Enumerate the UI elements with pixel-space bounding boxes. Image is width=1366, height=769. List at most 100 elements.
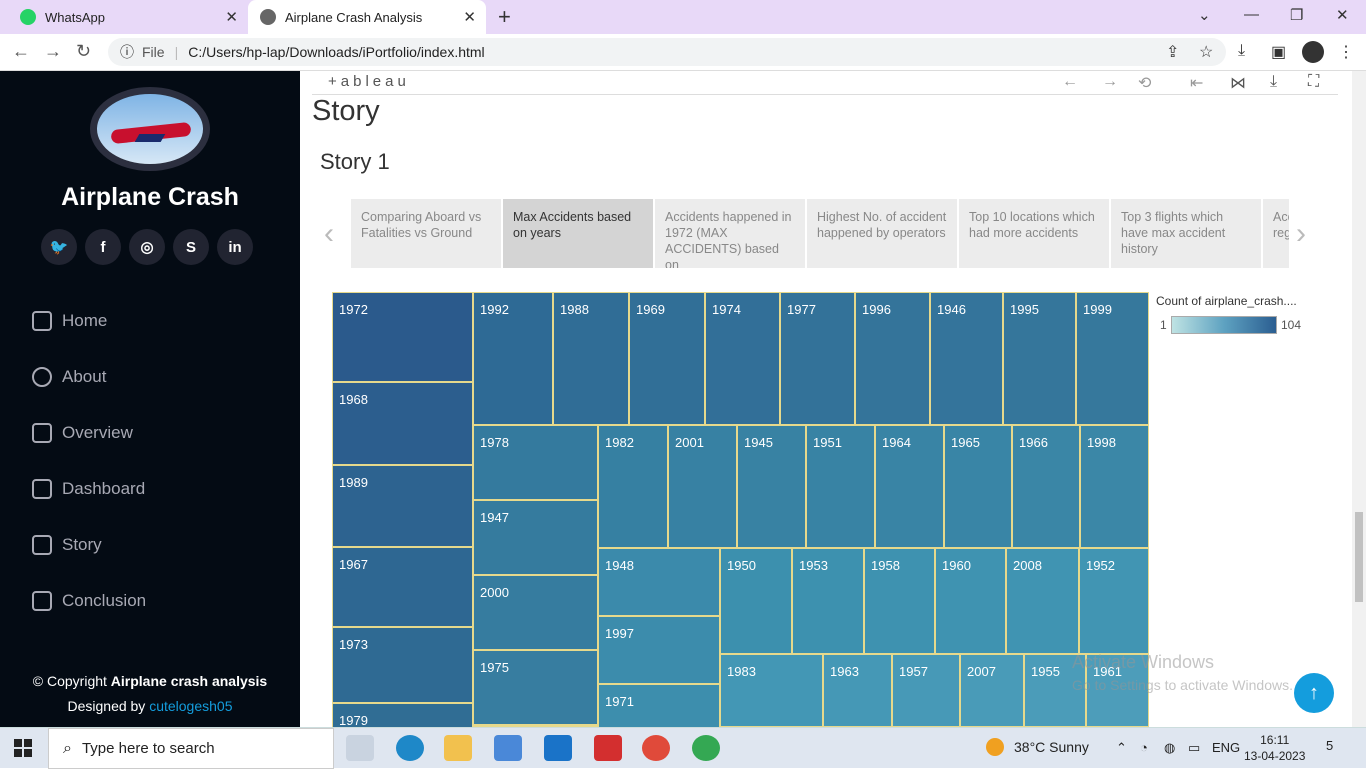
treemap-cell-1975[interactable]: 1975 <box>473 650 598 725</box>
treemap-cell-1945[interactable]: 1945 <box>737 425 806 548</box>
chrome-icon[interactable] <box>642 735 670 761</box>
treemap-cell-1969[interactable]: 1969 <box>629 292 705 425</box>
treemap-cell-2001[interactable]: 2001 <box>668 425 737 548</box>
treemap[interactable]: 1972 1968 1989 1967 1973 1979 1992 1988 1969 1974… <box>332 292 1149 727</box>
treemap-cell-1957[interactable]: 1957 <box>892 654 960 727</box>
revert-icon[interactable]: ⟲ <box>1138 73 1151 93</box>
volume-icon[interactable]: ◍ <box>1164 740 1175 756</box>
skype-icon[interactable]: S <box>173 229 209 265</box>
treemap-cell-1964[interactable]: 1964 <box>875 425 944 548</box>
story-point[interactable]: Accidents regions <box>1263 199 1289 268</box>
nav-overview[interactable]: Overview <box>32 423 133 443</box>
treemap-cell-1958[interactable]: 1958 <box>864 548 935 654</box>
nav-conclusion[interactable]: Conclusion <box>32 591 146 611</box>
treemap-cell-1977[interactable]: 1977 <box>780 292 855 425</box>
undo-icon[interactable]: ← <box>1062 73 1078 91</box>
linkedin-icon[interactable]: in <box>217 229 253 265</box>
nav-dashboard[interactable]: Dashboard <box>32 479 145 499</box>
treemap-cell-1992[interactable]: 1992 <box>473 292 553 425</box>
treemap-cell-1967[interactable]: 1967 <box>332 547 473 627</box>
treemap-cell-1951[interactable]: 1951 <box>806 425 875 548</box>
story-point[interactable]: Top 3 flights which have max accident hi… <box>1111 199 1261 268</box>
story-point[interactable]: Comparing Aboard vs Fatalities vs Ground <box>351 199 501 268</box>
treemap-cell-2000[interactable]: 2000 <box>473 575 598 650</box>
avatar[interactable] <box>1302 41 1324 63</box>
treemap-cell-1996[interactable]: 1996 <box>855 292 930 425</box>
close-window-button[interactable]: ✕ <box>1336 6 1349 24</box>
treemap-cell-2007[interactable]: 2007 <box>960 654 1024 727</box>
share-icon[interactable]: ⋈ <box>1230 73 1246 93</box>
chevron-up-icon[interactable]: ⌃ <box>1116 740 1127 756</box>
weather-widget[interactable]: 38°C Sunny <box>986 738 1089 756</box>
url-text[interactable]: C:/Users/hp-lap/Downloads/iPortfolio/ind… <box>188 44 484 60</box>
chevron-left-icon[interactable]: ‹ <box>324 217 334 251</box>
chevron-down-icon[interactable]: ⌄ <box>1198 6 1211 24</box>
chrome-icon[interactable] <box>692 735 720 761</box>
back-to-top-button[interactable]: ↑ <box>1294 673 1334 713</box>
nav-about[interactable]: About <box>32 367 106 387</box>
close-icon[interactable]: ✕ <box>225 8 238 26</box>
treemap-cell-1995[interactable]: 1995 <box>1003 292 1076 425</box>
story-point[interactable]: Accidents happened in 1972 (MAX ACCIDENT… <box>655 199 805 268</box>
treemap-cell-1950[interactable]: 1950 <box>720 548 792 654</box>
treemap-cell-1988[interactable]: 1988 <box>553 292 629 425</box>
twitter-icon[interactable]: 🐦 <box>41 229 77 265</box>
nav-story[interactable]: Story <box>32 535 102 555</box>
treemap-cell-1989[interactable]: 1989 <box>332 465 473 547</box>
star-icon[interactable]: ☆ <box>1199 42 1213 62</box>
clock[interactable]: 16:11 13-04-2023 <box>1244 732 1305 764</box>
download-icon[interactable]: ⤓ <box>1270 73 1277 91</box>
treemap-cell-1998[interactable]: 1998 <box>1080 425 1149 548</box>
new-tab-button[interactable]: + <box>498 4 511 30</box>
treemap-cell-1965[interactable]: 1965 <box>944 425 1012 548</box>
minimize-button[interactable]: — <box>1244 6 1259 23</box>
fullscreen-icon[interactable]: ⛶ <box>1308 73 1319 91</box>
treemap-cell-1952[interactable]: 1952 <box>1079 548 1149 654</box>
wifi-icon[interactable]: ◔ <box>1140 740 1148 755</box>
treemap-cell-1972[interactable]: 1972 <box>332 292 473 382</box>
story-point[interactable]: Top 10 locations which had more accident… <box>959 199 1109 268</box>
address-bar[interactable]: ⓘ File | C:/Users/hp-lap/Downloads/iPort… <box>108 38 1226 66</box>
treemap-cell-2008[interactable]: 2008 <box>1006 548 1079 654</box>
forward-icon[interactable]: → <box>44 41 62 62</box>
treemap-cell-1968[interactable]: 1968 <box>332 382 473 465</box>
treemap-cell-1947[interactable]: 1947 <box>473 500 598 575</box>
first-icon[interactable]: ⇤ <box>1190 73 1203 93</box>
menu-icon[interactable]: ⋮ <box>1338 42 1354 62</box>
windows-start-icon[interactable] <box>14 739 32 757</box>
store-icon[interactable] <box>494 735 522 761</box>
treemap-cell-1966[interactable]: 1966 <box>1012 425 1080 548</box>
close-icon[interactable]: ✕ <box>463 8 476 26</box>
reload-icon[interactable]: ↻ <box>76 41 91 62</box>
file-explorer-icon[interactable] <box>444 735 472 761</box>
treemap-cell-1978[interactable]: 1978 <box>473 425 598 500</box>
tab-whatsapp[interactable]: WhatsApp ✕ <box>8 0 248 34</box>
treemap-cell-1983[interactable]: 1983 <box>720 654 823 727</box>
scrollbar-thumb[interactable] <box>1355 512 1363 602</box>
edge-icon[interactable] <box>396 735 424 761</box>
back-icon[interactable]: ← <box>12 41 30 62</box>
treemap-cell-1971[interactable]: 1971 <box>598 684 720 727</box>
chevron-right-icon[interactable]: › <box>1296 217 1306 251</box>
redo-icon[interactable]: → <box>1102 73 1118 91</box>
treemap-cell-1953[interactable]: 1953 <box>792 548 864 654</box>
task-view-icon[interactable] <box>346 735 374 761</box>
download-icon[interactable]: ⤓ <box>1238 42 1245 60</box>
designer-link[interactable]: cutelogesh05 <box>149 698 232 714</box>
battery-icon[interactable]: ▭ <box>1188 740 1200 756</box>
treemap-cell-1982[interactable]: 1982 <box>598 425 668 548</box>
treemap-cell-1997[interactable]: 1997 <box>598 616 720 684</box>
treemap-cell-1960[interactable]: 1960 <box>935 548 1006 654</box>
restore-button[interactable]: ❐ <box>1290 6 1303 24</box>
instagram-icon[interactable]: ◎ <box>129 229 165 265</box>
treemap-cell-1974[interactable]: 1974 <box>705 292 780 425</box>
story-point[interactable]: Highest No. of accident happened by oper… <box>807 199 957 268</box>
treemap-cell-1946[interactable]: 1946 <box>930 292 1003 425</box>
acrobat-icon[interactable] <box>594 735 622 761</box>
story-point-active[interactable]: Max Accidents based on years <box>503 199 653 268</box>
treemap-cell-1973[interactable]: 1973 <box>332 627 473 703</box>
treemap-cell-1979[interactable]: 1979 <box>332 703 473 727</box>
sidepanel-icon[interactable]: ▣ <box>1271 42 1286 62</box>
info-icon[interactable]: ⓘ <box>120 42 134 62</box>
mail-icon[interactable] <box>544 735 572 761</box>
